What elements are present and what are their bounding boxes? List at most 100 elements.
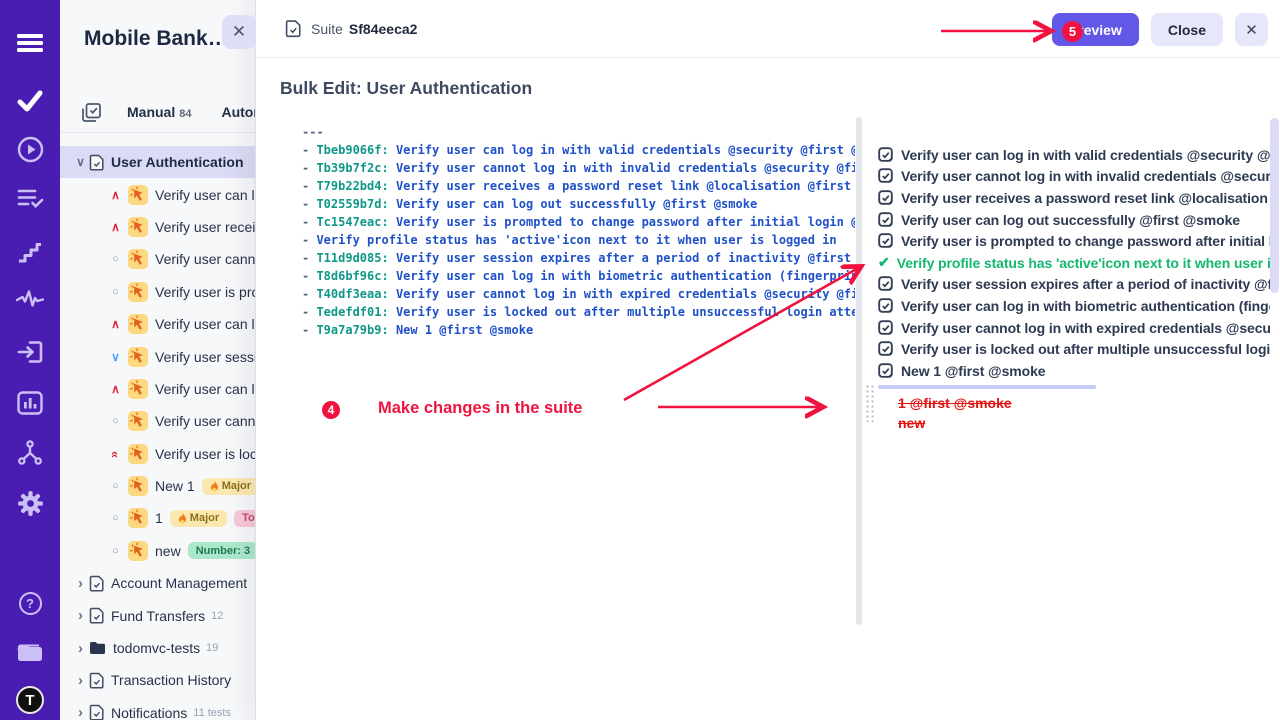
pane-resize-handle[interactable] [865, 384, 876, 422]
projects-icon[interactable] [0, 637, 60, 667]
priority-normal-icon: ○ [108, 545, 123, 557]
tasks-check-icon[interactable] [0, 86, 60, 116]
tree-test-row[interactable]: ○ 1 Major Todo [60, 502, 256, 534]
analytics-icon[interactable] [0, 388, 60, 418]
suite-file-icon [89, 704, 104, 720]
code-line: - T79b22bd4: Verify user receives a pass… [302, 177, 855, 195]
added-check-icon: ✔ [878, 254, 890, 271]
settings-icon[interactable] [0, 488, 60, 518]
bulk-edit-title: Bulk Edit: User Authentication [280, 78, 532, 99]
test-checkbox-icon [878, 276, 894, 292]
tree-suite-row[interactable]: ∨ User Authentication [60, 146, 256, 178]
preview-button[interactable]: Preview [1052, 13, 1139, 46]
checklist-icon [82, 103, 101, 122]
bulk-edit-code-editor[interactable]: --- - Tbeb9066f: Verify user can log in … [302, 123, 855, 353]
test-label: Verify user can log out successfully [155, 316, 256, 332]
badge-label: Major [190, 512, 219, 524]
branch-icon[interactable] [0, 438, 60, 468]
help-icon[interactable]: ? [0, 588, 60, 618]
preview-test-text: Verify profile status has 'active'icon n… [897, 255, 1270, 271]
priority-high-icon: ∧ [108, 188, 123, 202]
manual-test-icon [128, 411, 148, 431]
tab-automated[interactable]: Automated [221, 104, 256, 120]
priority-high-icon: ∧ [108, 220, 123, 234]
manual-test-icon [128, 379, 148, 399]
modal-header: Suite Sf84eeca2 Preview Close ✕ [256, 0, 1280, 58]
priority-low-icon: ∨ [108, 350, 123, 364]
flame-icon [210, 481, 219, 492]
preview-test-item: New 1 @first @smoke [878, 360, 1270, 382]
preview-test-item: Verify user cannot log in with invalid c… [878, 166, 1270, 188]
code-line: - T8d6bf96c: Verify user can log in with… [302, 267, 855, 285]
manual-test-icon [128, 476, 148, 496]
manual-test-icon [128, 347, 148, 367]
preview-test-text: New 1 @first @smoke [901, 363, 1045, 379]
tree-test-row[interactable]: ∧ Verify user receives a password reset … [60, 211, 256, 243]
manual-test-icon [128, 282, 148, 302]
tree-test-row[interactable]: ○ new Number: 3 [60, 535, 256, 567]
help-glyph: ? [19, 592, 42, 615]
tree-test-row[interactable]: ○ New 1 Major [60, 470, 256, 502]
number-badge: Number: 3 [188, 542, 256, 559]
priority-normal-icon: ○ [108, 512, 123, 524]
tree-test-row[interactable]: ∧ Verify user can log in with valid cred… [60, 178, 256, 210]
flame-icon [178, 513, 187, 524]
test-label: Verify user session expires after a peri… [155, 349, 256, 365]
steps-icon[interactable] [0, 238, 60, 268]
manual-test-icon [128, 508, 148, 528]
preview-scrollbar[interactable] [1270, 118, 1279, 293]
code-line: - Tb39b7f2c: Verify user cannot log in w… [302, 159, 855, 177]
preview-test-text: Verify user is locked out after multiple… [901, 341, 1270, 357]
suite-count: 11 tests [193, 707, 231, 719]
close-button[interactable]: Close [1151, 13, 1223, 46]
preview-test-text: Verify user is prompted to change passwo… [901, 233, 1270, 249]
tree-test-row[interactable]: ∧ Verify user can log out successfully [60, 308, 256, 340]
modal-close-icon[interactable]: ✕ [1235, 13, 1268, 46]
test-label: 1 [155, 510, 163, 526]
bulk-edit-modal: Suite Sf84eeca2 Preview Close ✕ Bulk Edi… [256, 0, 1280, 720]
header-buttons: Preview Close ✕ [1052, 13, 1268, 46]
preview-test-text: Verify user cannot log in with invalid c… [901, 168, 1270, 184]
priority-high-icon: ∧ [108, 382, 123, 396]
tests-tabs: Manual 84 Automated [60, 92, 256, 133]
manual-test-icon [128, 185, 148, 205]
pulse-icon[interactable] [0, 284, 60, 314]
code-line: - T11d9d085: Verify user session expires… [302, 249, 855, 267]
tree-suite-row[interactable]: › Notifications 11 tests [60, 697, 256, 720]
panel-close-button[interactable]: ✕ [222, 15, 256, 49]
menu-icon[interactable] [0, 28, 60, 58]
tree-folder-row[interactable]: › todomvc-tests 19 [60, 632, 256, 664]
tree-suite-row[interactable]: › Transaction History [60, 664, 256, 696]
preview-added-item: ✔ Verify profile status has 'active'icon … [878, 252, 1270, 274]
tree-test-row[interactable]: ∧ Verify user can log in with biometric … [60, 373, 256, 405]
tree-suite-row[interactable]: › Account Management [60, 567, 256, 599]
preview-test-text: Verify user can log in with biometric au… [901, 298, 1270, 314]
import-icon[interactable] [0, 337, 60, 367]
app-logo[interactable]: T [0, 685, 60, 715]
tree-test-row[interactable]: ○ Verify user cannot log in with invalid… [60, 243, 256, 275]
editor-scrollbar[interactable] [856, 117, 862, 625]
tree-test-row[interactable]: ∨ Verify user session expires after a pe… [60, 340, 256, 372]
project-tree-panel: Mobile Banking Manual 84 Automated ∨ Use… [60, 0, 256, 720]
tree-suite-row[interactable]: › Fund Transfers 12 [60, 599, 256, 631]
test-checkbox-icon [878, 233, 894, 249]
chevron-down-icon: ∨ [74, 155, 87, 169]
suite-label: Suite [311, 21, 343, 37]
folder-icon [89, 641, 106, 655]
tab-manual[interactable]: Manual 84 [127, 104, 191, 120]
tab-manual-label: Manual [127, 104, 175, 120]
chevron-right-icon: › [74, 672, 87, 689]
preview-test-item: Verify user is prompted to change passwo… [878, 230, 1270, 252]
preview-test-text: Verify user session expires after a peri… [901, 276, 1270, 292]
priority-normal-icon: ○ [108, 253, 123, 265]
suite-label: Transaction History [111, 672, 231, 688]
code-line: - T9a7a79b9: New 1 @first @smoke [302, 321, 855, 339]
suite-id: Sf84eeca2 [349, 21, 418, 37]
test-label: New 1 [155, 478, 195, 494]
tab-manual-count: 84 [179, 108, 191, 120]
test-plan-icon[interactable] [0, 183, 60, 213]
tree-test-row[interactable]: ○ Verify user cannot log in with expired… [60, 405, 256, 437]
tree-test-row[interactable]: « Verify user is locked out after multip… [60, 438, 256, 470]
run-icon[interactable] [0, 134, 60, 164]
tree-test-row[interactable]: ○ Verify user is prompted to change pass… [60, 276, 256, 308]
